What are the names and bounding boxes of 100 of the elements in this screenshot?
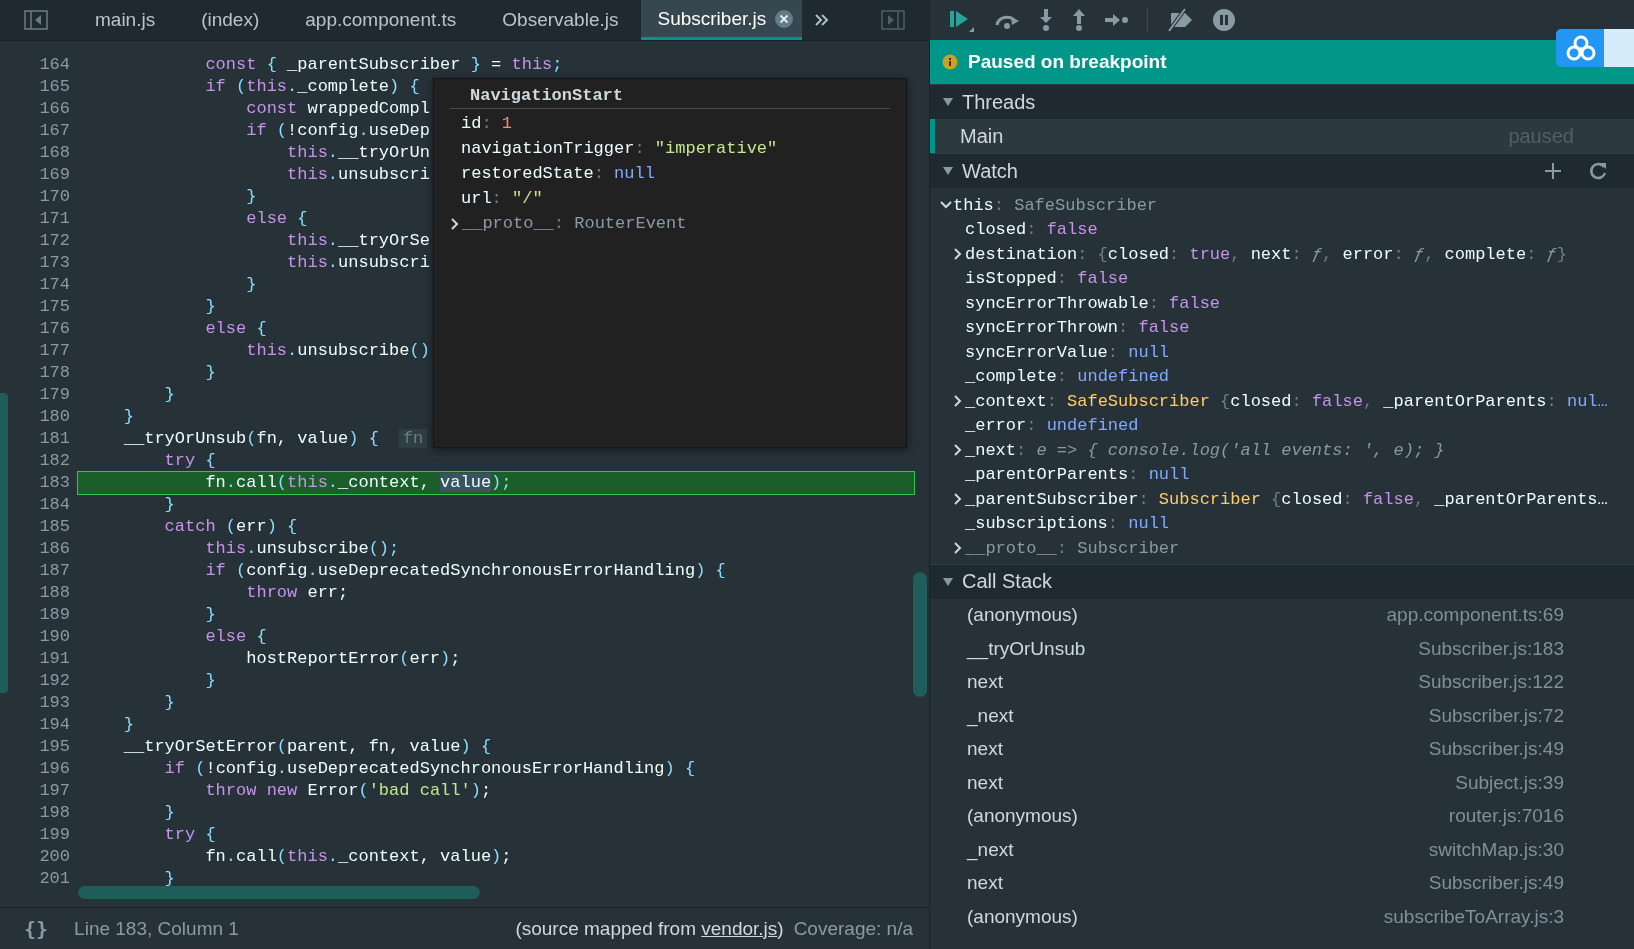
code-line: } [204,670,216,692]
line-number: 180 [38,406,70,428]
code-line: } [245,274,257,296]
line-number: 169 [38,164,70,186]
line-number: 185 [38,516,70,538]
call-stack-frame[interactable]: (anonymous) app.component.ts:69 [930,598,1634,632]
pause-icon[interactable] [1212,8,1236,32]
step-icon[interactable] [1104,12,1130,28]
call-stack-frame[interactable]: _next Subscriber.js:72 [930,699,1634,733]
section-header[interactable]: Call Stack [930,563,1634,599]
file-tab[interactable]: app.component.ts [282,0,480,40]
line-number: 171 [38,208,70,230]
code-line: const wrappedCompl [245,98,430,120]
code-line: if (!config.useDeprecatedSynchronousErrorHandling) { [163,758,696,780]
call-stack-frame[interactable]: next Subscriber.js:49 [930,732,1634,766]
line-number: 168 [38,142,70,164]
code-line: try { [163,450,216,472]
info-icon [942,54,958,70]
line-number: 199 [38,824,70,846]
object-property: url: "/" [460,188,544,210]
call-stack-frame[interactable]: (anonymous) router.js:7016 [930,799,1634,833]
code-line: else { [204,318,267,340]
line-number: 175 [38,296,70,318]
call-stack-frame[interactable]: next Subscriber.js:122 [930,665,1634,699]
code-line: } [163,494,175,516]
more-tabs-icon[interactable] [814,13,831,27]
file-tab[interactable]: (index) [178,0,283,40]
code-line: else { [204,626,267,648]
code-line: this.unsubscribe() [245,340,430,362]
line-number: 173 [38,252,70,274]
line-number: 181 [38,428,70,450]
watch-entry: _subscriptions: null [965,514,1170,534]
code-line: if (this._complete) { [204,76,420,98]
line-number: 166 [38,98,70,120]
add-icon[interactable] [1544,162,1562,180]
step-out-icon[interactable] [1071,8,1087,32]
line-number: 198 [38,802,70,824]
section-header[interactable]: Threads [930,84,1634,119]
line-number: 192 [38,670,70,692]
line-number: 200 [38,846,70,868]
line-number: 179 [38,384,70,406]
code-line: __tryOrUnsub(fn, value) { fn [78,428,428,450]
line-number: 183 [38,472,70,494]
line-number: 195 [38,736,70,758]
watch-entry: syncErrorValue: null [965,342,1170,362]
line-number: 191 [38,648,70,670]
file-tab[interactable]: main.js [72,0,179,40]
source-file-link[interactable]: vendor.js [701,917,778,939]
line-number: 201 [38,868,70,890]
code-line: throw new Error('bad call'); [204,780,492,802]
code-line: } [204,604,216,626]
object-property: restoredState: null [460,163,656,185]
call-stack-frame[interactable]: (anonymous) subscribeToArray.js:3 [930,900,1634,934]
vertical-scrollbar-thumb[interactable] [913,572,927,697]
code-line: } [245,186,257,208]
watch-entry: closed: false [965,220,1098,240]
horizontal-scrollbar-thumb[interactable] [78,886,480,899]
line-number: 188 [38,582,70,604]
panel-toggle-icon[interactable] [881,10,905,30]
floating-widget[interactable] [1556,29,1634,67]
pretty-print-button[interactable]: {} [24,916,49,941]
popup-title: NavigationStart [450,83,890,109]
coverage-status: Coverage: n/a [793,917,913,940]
step-into-icon[interactable] [1038,8,1054,32]
code-line: fn.call(this._context, value); [204,846,512,868]
call-stack-frame[interactable]: next Subject.js:39 [930,766,1634,800]
code-line: this.unsubscri [286,164,430,186]
deactivate-breakpoints-icon[interactable] [1165,8,1195,32]
section-title: Threads [962,90,1036,114]
code-line: } [163,802,175,824]
code-line: const { _parentSubscriber } = this; [204,54,563,76]
call-stack-frame[interactable]: next Subscriber.js:49 [930,866,1634,900]
code-line: this.__tryOrUn [286,142,430,164]
code-line: this.unsubscri [286,252,430,274]
sidebar-toggle-icon[interactable] [24,10,48,30]
refresh-icon[interactable] [1588,161,1608,181]
line-number: 176 [38,318,70,340]
call-stack-frame[interactable]: __tryOrUnsub Subscriber.js:183 [930,632,1634,666]
close-icon[interactable] [774,8,795,29]
code-line: } [204,296,216,318]
section-header[interactable]: Watch [930,153,1634,188]
file-tab[interactable]: Subscriber.js [641,0,803,40]
banner-text: Paused on breakpoint [968,51,1167,73]
cursor-position: Line 183, Column 1 [74,917,239,940]
code-line: throw err; [245,582,349,604]
watch-entry: this: SafeSubscriber [953,195,1158,215]
code-line: if (!config.useDep [245,120,430,142]
watch-entry: _parentSubscriber: Subscriber {closed: false, _parentOrParents… [965,489,1608,509]
code-line: hostReportError(err); [245,648,461,670]
call-stack-frame[interactable]: _next switchMap.js:30 [930,833,1634,867]
watch-entry: syncErrorThrown: false [965,318,1190,338]
code-line: } [163,692,175,714]
code-line: try { [163,824,216,846]
code-line: catch (err) { [163,516,298,538]
code-line: } [204,362,216,384]
file-tab[interactable]: Observable.js [479,0,642,40]
code-line: } [122,406,134,428]
code-line: if (config.useDeprecatedSynchronousErrorHandling) { [204,560,726,582]
section-title: Watch [962,159,1018,183]
line-number: 193 [38,692,70,714]
